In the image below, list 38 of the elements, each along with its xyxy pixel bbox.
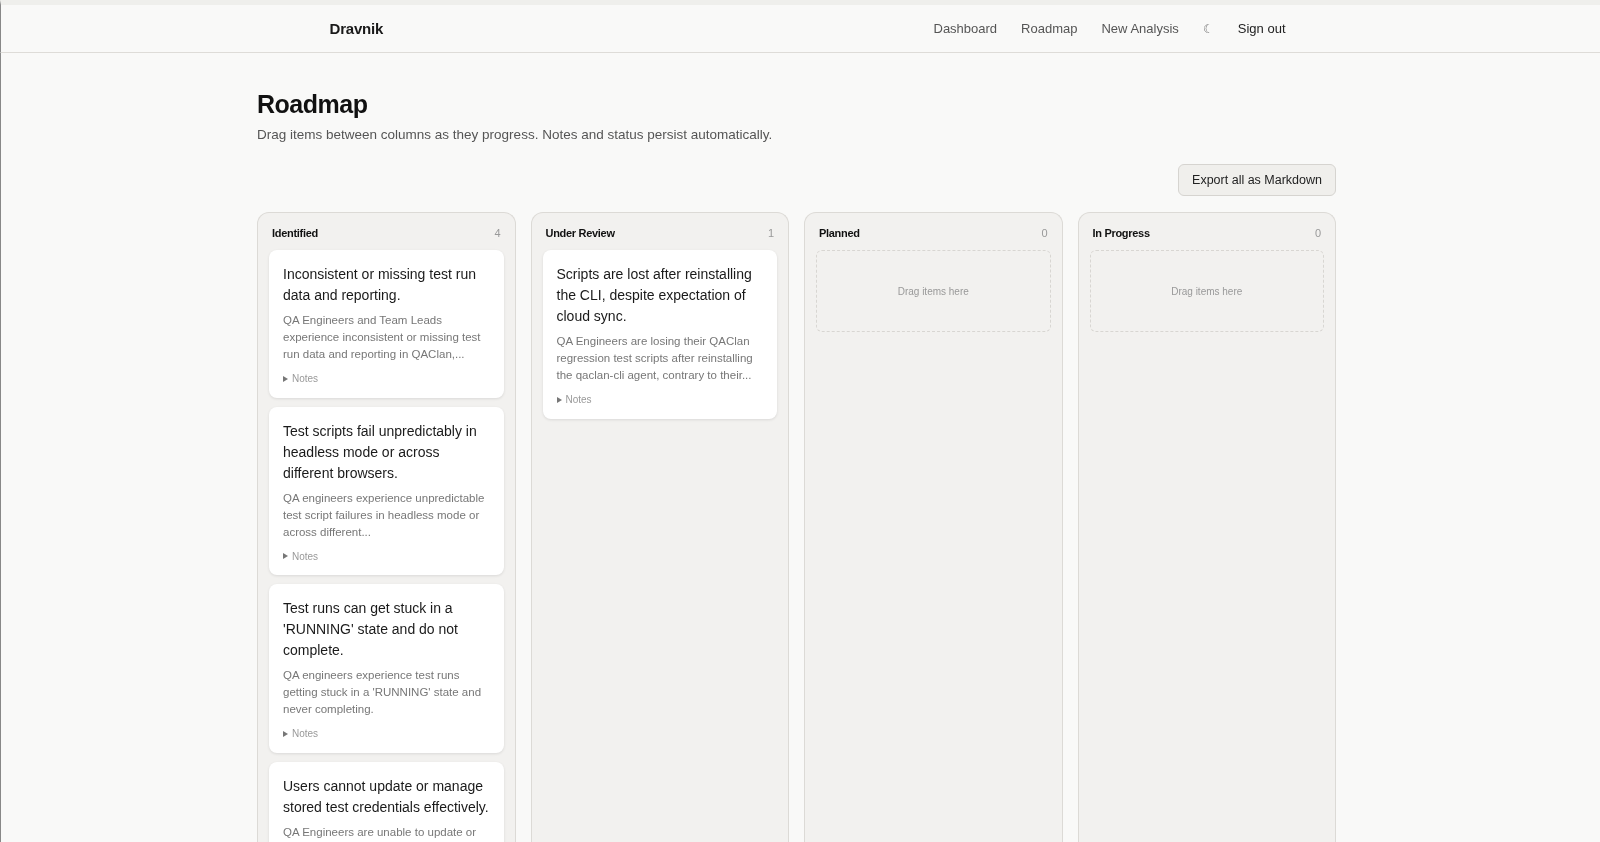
column-title: Identified xyxy=(272,227,318,239)
drop-hint: Drag items here xyxy=(1171,285,1243,297)
card-title: Test runs can get stuck in a 'RUNNING' state and do not complete. xyxy=(283,599,459,660)
sign-out-button[interactable]: Sign out xyxy=(1237,21,1286,36)
roadmap-card[interactable]: Test runs can get stuck in a 'RUNNING' state and do not complete. QA engineers experience test runs getting stuck in a 'RUNNING' state and never completing. Notes xyxy=(269,584,504,753)
item-count: 4 xyxy=(494,227,501,239)
page-title: Roadmap xyxy=(257,90,369,119)
nav-link[interactable]: Dashboard xyxy=(933,21,998,36)
card-title: Scripts are lost after reinstalling the CLI, despite expectation of cloud sync. xyxy=(556,265,753,326)
triangle-icon xyxy=(283,375,288,382)
theme-toggle[interactable]: ☾ xyxy=(1202,21,1214,36)
export-button[interactable]: Export all as Markdown xyxy=(1178,164,1336,196)
triangle-icon xyxy=(556,396,562,403)
roadmap-card[interactable]: Inconsistent or missing test run data and reporting. QA Engineers and Team Leads experience inconsistent or missing test run data and reporting in QAClan,... Notes xyxy=(269,250,504,398)
card-description: QA Engineers are losing their QAClan regression test scripts after reinstalling the qaclan-cli agent, contrary to their... xyxy=(556,334,754,383)
card-description: QA engineers experience test runs getting stuck in a 'RUNNING' state and never completing. xyxy=(283,668,483,717)
roadmap-card[interactable]: Test scripts fail unpredictably in headless mode or across different browsers. QA engineers experience unpredictable test script failures in headless mode or across different... Notes xyxy=(269,406,504,575)
item-count: 0 xyxy=(1041,227,1048,239)
roadmap-card[interactable] xyxy=(542,250,777,419)
card-description: QA Engineers are unable to update or xyxy=(283,824,478,840)
card-title: Users cannot update or manage stored test credentials effectively. xyxy=(283,776,490,817)
item-count: 1 xyxy=(767,227,774,239)
nav-link[interactable]: Roadmap xyxy=(1021,21,1078,36)
item-count: 0 xyxy=(1314,227,1321,239)
column-title: Planned xyxy=(819,227,860,239)
page-subtitle: Drag items between columns as they progress. Notes and status persist automatically. xyxy=(257,127,774,142)
card-title: Test scripts fail unpredictably in headless mode or across different browsers. xyxy=(283,421,478,483)
card-title: Inconsistent or missing test run data and reporting. xyxy=(283,265,477,305)
drop-hint: Drag items here xyxy=(897,285,969,297)
nav-link[interactable]: New Analysis xyxy=(1101,21,1179,36)
triangle-icon xyxy=(283,730,288,737)
triangle-icon xyxy=(283,553,288,559)
column-title: In Progress xyxy=(1092,227,1150,239)
column-title: Under Review xyxy=(545,227,615,239)
brand-logo[interactable]: Dravnik xyxy=(329,20,384,37)
roadmap-card[interactable]: Users cannot update or manage stored test credentials effectively. QA Engineers are unable to update or xyxy=(269,761,504,842)
card-description: QA Engineers and Team Leads experience inconsistent or missing test run data and reporting in QAClan,... xyxy=(283,313,482,362)
card-description: QA engineers experience unpredictable test script failures in headless mode or across different... xyxy=(283,490,486,540)
